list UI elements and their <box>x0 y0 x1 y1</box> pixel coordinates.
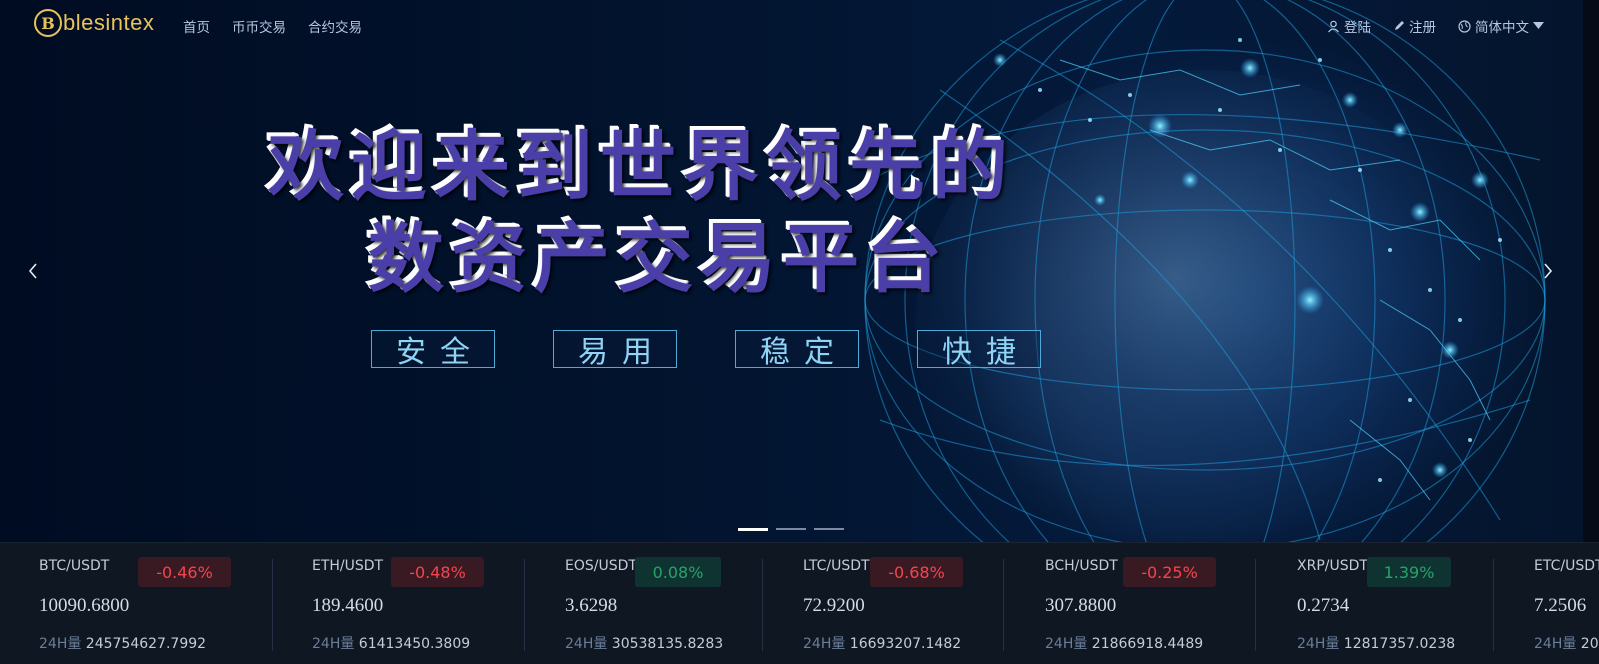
volume-value: 21866918.4489 <box>1091 636 1204 652</box>
ticker-price: 189.4600 <box>312 595 384 616</box>
ticker-pair: ETH/USDT <box>312 558 384 574</box>
volume-label: 24H量 <box>39 636 82 652</box>
ticker-change: -0.68% <box>870 557 963 587</box>
ticker-price: 0.2734 <box>1297 595 1350 616</box>
ticker-change: -0.48% <box>391 557 484 587</box>
ticker-divider <box>1493 559 1494 651</box>
ticker-divider <box>272 559 273 651</box>
headline-line-1: 欢迎来到世界领先的 <box>265 118 1165 210</box>
volume-label: 24H量 <box>1297 636 1340 652</box>
user-icon <box>1328 20 1339 32</box>
volume-value: 16693207.1482 <box>849 636 962 652</box>
login-label: 登陆 <box>1344 20 1371 36</box>
volume-label: 24H量 <box>1045 636 1088 652</box>
volume-label: 24H量 <box>803 636 846 652</box>
nav-links: 首页 币币交易 合约交易 <box>183 16 362 36</box>
ticker-volume: 24H量 61413450.3809 <box>312 633 470 653</box>
feature-fast: 快捷 <box>917 330 1041 370</box>
hero-headline: 欢迎来到世界领先的 数资产交易平台 <box>265 118 1165 302</box>
ticker-volume: 24H量 20 <box>1534 633 1599 653</box>
ticker-pair: EOS/USDT <box>565 558 637 574</box>
ticker-pair: BCH/USDT <box>1045 558 1118 574</box>
ticker-volume: 24H量 16693207.1482 <box>803 633 961 653</box>
carousel-dot-1[interactable] <box>738 528 768 531</box>
ticker-pair: BTC/USDT <box>39 558 110 574</box>
feature-safe: 安全 <box>371 330 495 370</box>
brand-logo[interactable]: B blesintex <box>34 8 154 38</box>
ticker-price: 307.8800 <box>1045 595 1117 616</box>
caret-down-icon <box>1533 22 1544 29</box>
carousel-dot-3[interactable] <box>814 528 844 530</box>
nav-account: 登陆 注册 简体中文 <box>1327 16 1544 36</box>
register-link[interactable]: 注册 <box>1393 16 1436 36</box>
ticker-price: 10090.6800 <box>39 595 130 616</box>
pencil-icon <box>1395 21 1404 30</box>
nav-home[interactable]: 首页 <box>183 16 210 36</box>
ticker-change: 0.08% <box>635 557 721 587</box>
ticker-divider <box>1255 559 1256 651</box>
carousel-prev-button[interactable] <box>18 256 48 286</box>
ticker-volume: 24H量 245754627.7992 <box>39 633 206 653</box>
ticker-price: 7.2506 <box>1534 595 1587 616</box>
volume-value: 245754627.7992 <box>85 636 207 652</box>
language-selector[interactable]: 简体中文 <box>1458 16 1544 36</box>
market-ticker: BTC/USDT -0.46% 10090.6800 24H量 24575462… <box>0 542 1599 664</box>
volume-value: 12817357.0238 <box>1343 636 1456 652</box>
ticker-price: 3.6298 <box>565 595 618 616</box>
carousel-indicators <box>738 528 844 531</box>
top-nav: B blesintex 首页 币币交易 合约交易 登陆 注册 简体中文 <box>0 0 1599 50</box>
globe-icon <box>1458 19 1471 33</box>
volume-label: 24H量 <box>312 636 355 652</box>
nav-contract-trade[interactable]: 合约交易 <box>308 16 362 36</box>
ticker-divider <box>1003 559 1004 651</box>
ticker-volume: 24H量 21866918.4489 <box>1045 633 1203 653</box>
logo-text: blesintex <box>63 10 155 35</box>
carousel-next-button[interactable] <box>1533 256 1563 286</box>
feature-tags: 安全 易用 稳定 快捷 <box>371 330 1041 370</box>
ticker-volume: 24H量 12817357.0238 <box>1297 633 1455 653</box>
ticker-pair: XRP/USDT <box>1297 558 1368 574</box>
volume-label: 24H量 <box>565 636 608 652</box>
nav-spot-trade[interactable]: 币币交易 <box>232 16 286 36</box>
volume-label: 24H量 <box>1534 636 1577 652</box>
ticker-change: 1.39% <box>1367 557 1451 587</box>
feature-easy: 易用 <box>553 330 677 370</box>
logo-mark: B <box>34 9 62 37</box>
volume-value: 30538135.8283 <box>611 636 724 652</box>
chevron-right-icon <box>1544 263 1553 279</box>
right-edge-strip <box>1583 0 1599 542</box>
volume-value: 61413450.3809 <box>358 636 471 652</box>
carousel-dot-2[interactable] <box>776 528 806 530</box>
ticker-divider <box>524 559 525 651</box>
ticker-change: -0.25% <box>1123 557 1216 587</box>
register-label: 注册 <box>1409 20 1436 36</box>
ticker-volume: 24H量 30538135.8283 <box>565 633 723 653</box>
login-link[interactable]: 登陆 <box>1327 16 1371 36</box>
ticker-pair: LTC/USDT <box>803 558 870 574</box>
feature-stable: 稳定 <box>735 330 859 370</box>
chevron-left-icon <box>28 263 37 279</box>
language-label: 简体中文 <box>1475 20 1529 36</box>
ticker-price: 72.9200 <box>803 595 865 616</box>
headline-line-2: 数资产交易平台 <box>265 210 1165 302</box>
hero-banner: B blesintex 首页 币币交易 合约交易 登陆 注册 简体中文 欢迎来到… <box>0 0 1599 542</box>
ticker-pair: ETC/USDT <box>1534 558 1599 574</box>
ticker-divider <box>762 559 763 651</box>
ticker-change: -0.46% <box>138 557 231 587</box>
volume-value: 20 <box>1580 636 1599 652</box>
